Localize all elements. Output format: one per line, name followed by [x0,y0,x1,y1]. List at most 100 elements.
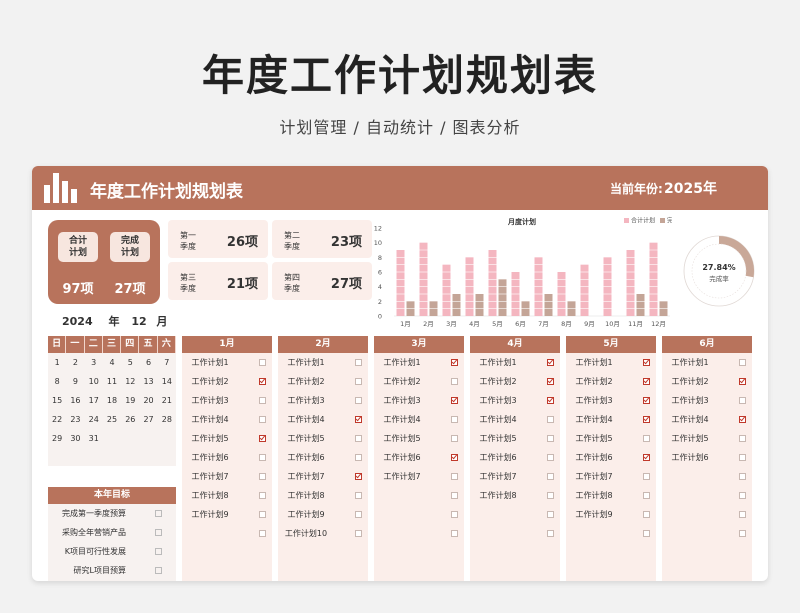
calendar-day[interactable]: 25 [103,410,121,429]
calendar-day[interactable]: 31 [85,429,103,448]
calendar-day[interactable]: 19 [121,391,139,410]
calendar-day[interactable]: 14 [158,372,176,391]
task-checkbox[interactable] [355,511,362,518]
task-checkbox[interactable] [643,530,650,537]
task-checkbox[interactable] [355,397,362,404]
task-checkbox[interactable] [547,359,554,366]
task-checkbox[interactable] [643,359,650,366]
calendar-day[interactable]: 22 [48,410,66,429]
task-checkbox[interactable] [355,378,362,385]
task-row: 工作计划6 [374,448,464,467]
calendar-day[interactable]: 12 [121,372,139,391]
task-checkbox[interactable] [451,416,458,423]
calendar-day[interactable]: 24 [85,410,103,429]
task-checkbox[interactable] [451,397,458,404]
task-checkbox[interactable] [259,435,266,442]
calendar-day[interactable]: 6 [139,353,157,372]
calendar-day[interactable]: 28 [158,410,176,429]
task-checkbox[interactable] [739,473,746,480]
task-checkbox[interactable] [259,359,266,366]
goal-checkbox[interactable] [155,567,162,574]
task-checkbox[interactable] [547,511,554,518]
task-checkbox[interactable] [355,492,362,499]
calendar-day[interactable]: 17 [85,391,103,410]
calendar-day[interactable]: 18 [103,391,121,410]
task-checkbox[interactable] [643,511,650,518]
task-checkbox[interactable] [547,378,554,385]
task-checkbox[interactable] [643,492,650,499]
task-checkbox[interactable] [547,397,554,404]
task-checkbox[interactable] [547,473,554,480]
calendar-day[interactable]: 20 [139,391,157,410]
calendar-day[interactable]: 11 [103,372,121,391]
task-checkbox[interactable] [739,378,746,385]
task-checkbox[interactable] [259,492,266,499]
task-checkbox[interactable] [355,454,362,461]
current-year-value[interactable]: 2025年 [664,178,717,198]
calendar-day[interactable]: 16 [66,391,84,410]
task-checkbox[interactable] [739,416,746,423]
task-checkbox[interactable] [355,359,362,366]
task-checkbox[interactable] [547,435,554,442]
calendar-day[interactable]: 27 [139,410,157,429]
calendar-day[interactable]: 2 [66,353,84,372]
task-checkbox[interactable] [739,454,746,461]
task-checkbox[interactable] [451,530,458,537]
task-checkbox[interactable] [643,454,650,461]
task-checkbox[interactable] [259,378,266,385]
task-checkbox[interactable] [547,492,554,499]
task-checkbox[interactable] [547,416,554,423]
calendar-day[interactable]: 23 [66,410,84,429]
calendar-day[interactable]: 7 [158,353,176,372]
task-checkbox[interactable] [451,473,458,480]
task-checkbox[interactable] [547,530,554,537]
task-checkbox[interactable] [259,416,266,423]
calendar-day[interactable]: 15 [48,391,66,410]
task-checkbox[interactable] [739,530,746,537]
calendar-day[interactable]: 3 [85,353,103,372]
task-checkbox[interactable] [451,454,458,461]
calendar-day[interactable]: 26 [121,410,139,429]
calendar-day[interactable]: 9 [66,372,84,391]
task-checkbox[interactable] [739,359,746,366]
task-checkbox[interactable] [643,416,650,423]
task-checkbox[interactable] [355,416,362,423]
calendar-day[interactable]: 5 [121,353,139,372]
task-checkbox[interactable] [739,435,746,442]
task-checkbox[interactable] [547,454,554,461]
task-checkbox[interactable] [643,378,650,385]
task-checkbox[interactable] [451,378,458,385]
task-checkbox[interactable] [451,359,458,366]
calendar-month[interactable]: 12 [131,315,146,328]
calendar-day[interactable]: 13 [139,372,157,391]
goal-checkbox[interactable] [155,510,162,517]
goal-checkbox[interactable] [155,548,162,555]
task-checkbox[interactable] [739,397,746,404]
task-checkbox[interactable] [739,511,746,518]
calendar-day[interactable]: 1 [48,353,66,372]
y-tick-label: 6 [378,269,382,277]
task-checkbox[interactable] [355,530,362,537]
task-checkbox[interactable] [355,435,362,442]
calendar-day[interactable]: 4 [103,353,121,372]
calendar-day[interactable]: 29 [48,429,66,448]
task-checkbox[interactable] [355,473,362,480]
calendar-day[interactable]: 8 [48,372,66,391]
goal-checkbox[interactable] [155,529,162,536]
task-checkbox[interactable] [739,492,746,499]
task-checkbox[interactable] [643,397,650,404]
calendar-day[interactable]: 30 [66,429,84,448]
task-checkbox[interactable] [451,492,458,499]
task-checkbox[interactable] [259,530,266,537]
task-checkbox[interactable] [259,397,266,404]
task-checkbox[interactable] [259,511,266,518]
task-checkbox[interactable] [643,435,650,442]
task-checkbox[interactable] [259,454,266,461]
task-checkbox[interactable] [451,511,458,518]
task-checkbox[interactable] [451,435,458,442]
task-checkbox[interactable] [643,473,650,480]
calendar-day[interactable]: 10 [85,372,103,391]
task-checkbox[interactable] [259,473,266,480]
calendar-year[interactable]: 2024 [62,315,93,328]
calendar-day[interactable]: 21 [158,391,176,410]
